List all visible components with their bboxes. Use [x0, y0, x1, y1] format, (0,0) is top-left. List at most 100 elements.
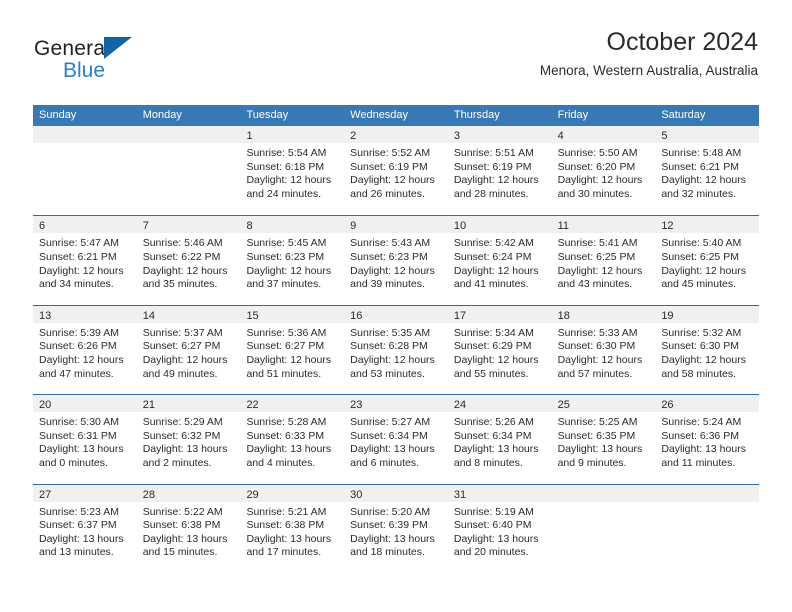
daylight-text-line1: Daylight: 13 hours — [350, 443, 435, 456]
calendar-cell-day-6[interactable]: 6 Sunrise: 5:47 AM Sunset: 6:21 PM Daylight… — [33, 216, 137, 304]
day-header-monday: Monday — [142, 109, 182, 121]
sunrise-text: Sunrise: 5:24 AM — [661, 416, 742, 429]
sunrise-text: Sunrise: 5:20 AM — [350, 505, 431, 518]
calendar-cell-day-17[interactable]: 17 Sunrise: 5:34 AM Sunset: 6:29 PM Dayligh… — [447, 305, 552, 394]
calendar-cell-day-15[interactable]: 15 Sunrise: 5:36 AM Sunset: 6:27 PM Dayligh… — [240, 305, 345, 394]
calendar-cell-day-5[interactable]: 5 Sunrise: 5:48 AM Sunset: 6:21 PM Daylight… — [655, 126, 760, 215]
calendar-cell-day-24[interactable]: 24 Sunrise: 5:26 AM Sunset: 6:34 PM Dayligh… — [447, 395, 552, 483]
daylight-text-line2: and 13 minutes. — [39, 546, 114, 559]
sunrise-text: Sunrise: 5:54 AM — [246, 147, 327, 159]
calendar-cell-day-22[interactable]: 22 Sunrise: 5:28 AM Sunset: 6:33 PM Dayligh… — [240, 395, 345, 483]
day-number: 12 — [661, 220, 674, 233]
day-number-band: 4 — [551, 126, 656, 143]
sunset-text: Sunset: 6:30 PM — [557, 340, 636, 353]
daylight-text-line2: and 49 minutes. — [142, 367, 218, 380]
day-number-band: 7 — [136, 216, 241, 234]
daylight-text-line1: Daylight: 12 hours — [39, 264, 124, 277]
day-number: 25 — [557, 399, 570, 412]
day-number: 10 — [453, 220, 467, 233]
daylight-text-line1: Daylight: 13 hours — [39, 443, 124, 456]
day-details — [33, 143, 137, 147]
daylight-text-line2: and 53 minutes. — [350, 367, 425, 380]
day-number-band: 14 — [136, 305, 241, 323]
calendar-cell-day-13[interactable]: 13 Sunrise: 5:39 AM Sunset: 6:26 PM Dayligh… — [33, 305, 137, 394]
calendar-cell-day-18[interactable]: 18 Sunrise: 5:33 AM Sunset: 6:30 PM Dayligh… — [551, 305, 656, 394]
calendar-cell-day-28[interactable]: 28 Sunrise: 5:22 AM Sunset: 6:38 PM Dayligh… — [136, 484, 241, 573]
sunset-text: Sunset: 6:19 PM — [350, 160, 428, 173]
calendar-grid: Sunday Monday Tuesday Wednesday Thursday Frid… — [33, 105, 760, 573]
calendar-cell-day-7[interactable]: 7 Sunrise: 5:46 AM Sunset: 6:22 PM Daylight… — [136, 216, 241, 304]
sunset-text: Sunset: 6:23 PM — [350, 250, 428, 263]
day-details: Sunrise: 5:27 AM Sunset: 6:34 PM Daylight:… — [344, 412, 448, 470]
calendar-cell-day-20[interactable]: 20 Sunrise: 5:30 AM Sunset: 6:31 PM Dayligh… — [33, 395, 137, 483]
daylight-text-line1: Daylight: 12 hours — [453, 264, 539, 277]
day-details: Sunrise: 5:33 AM Sunset: 6:30 PM Daylight:… — [552, 323, 656, 381]
daylight-text-line1: Daylight: 12 hours — [661, 174, 746, 187]
day-header-tuesday: Tuesday — [246, 109, 289, 121]
day-header-friday: Friday — [557, 109, 589, 121]
calendar-cell-day-4[interactable]: 4 Sunrise: 5:50 AM Sunset: 6:20 PM Daylight… — [551, 126, 656, 215]
calendar-cell-day-2[interactable]: 2 Sunrise: 5:52 AM Sunset: 6:19 PM Daylight… — [344, 126, 448, 215]
daylight-text-line1: Daylight: 12 hours — [350, 174, 435, 187]
day-details: Sunrise: 5:23 AM Sunset: 6:37 PM Daylight:… — [33, 502, 137, 560]
calendar-cell-day-1[interactable]: 1 Sunrise: 5:54 AM Sunset: 6:18 PM Daylight… — [240, 126, 345, 215]
day-number: 26 — [661, 399, 674, 412]
calendar-cell-day-23[interactable]: 23 Sunrise: 5:27 AM Sunset: 6:34 PM Dayligh… — [344, 395, 448, 483]
calendar-cell-day-19[interactable]: 19 Sunrise: 5:32 AM Sunset: 6:30 PM Dayligh… — [655, 305, 760, 394]
day-number-band: 22 — [240, 395, 345, 413]
daylight-text-line1: Daylight: 12 hours — [661, 353, 746, 366]
day-details: Sunrise: 5:47 AM Sunset: 6:21 PM Daylight:… — [33, 233, 137, 291]
general-blue-logo[interactable]: General Blue — [34, 34, 214, 90]
sunset-text: Sunset: 6:25 PM — [557, 250, 636, 263]
day-number-band: 2 — [344, 126, 448, 143]
day-details: Sunrise: 5:54 AM Sunset: 6:18 PM Daylight:… — [240, 143, 344, 201]
sunrise-text: Sunrise: 5:52 AM — [350, 147, 431, 159]
sunrise-text: Sunrise: 5:33 AM — [557, 326, 638, 339]
calendar-cell-day-8[interactable]: 8 Sunrise: 5:45 AM Sunset: 6:23 PM Daylight… — [240, 216, 345, 304]
day-number-band: 27 — [33, 484, 137, 502]
daylight-text-line2: and 55 minutes. — [453, 367, 529, 380]
calendar-cell-day-12[interactable]: 12 Sunrise: 5:40 AM Sunset: 6:25 PM Dayligh… — [655, 216, 760, 304]
sunset-text: Sunset: 6:30 PM — [661, 340, 739, 353]
sunset-text: Sunset: 6:25 PM — [661, 250, 739, 263]
day-number-band: 13 — [33, 305, 137, 323]
day-number-band: 19 — [655, 305, 760, 323]
daylight-text-line2: and 17 minutes. — [246, 546, 322, 559]
day-number: 21 — [142, 399, 155, 412]
sunset-text: Sunset: 6:38 PM — [246, 519, 325, 532]
daylight-text-line1: Daylight: 13 hours — [142, 443, 228, 456]
calendar-cell-day-14[interactable]: 14 Sunrise: 5:37 AM Sunset: 6:27 PM Dayligh… — [136, 305, 241, 394]
daylight-text-line1: Daylight: 12 hours — [142, 264, 228, 277]
sunset-text: Sunset: 6:35 PM — [557, 429, 636, 442]
daylight-text-line1: Daylight: 12 hours — [350, 264, 435, 277]
day-details: Sunrise: 5:20 AM Sunset: 6:39 PM Daylight:… — [344, 502, 448, 560]
sunset-text: Sunset: 6:26 PM — [39, 340, 117, 353]
calendar-cell-day-27[interactable]: 27 Sunrise: 5:23 AM Sunset: 6:37 PM Dayligh… — [33, 484, 137, 573]
calendar-cell-day-3[interactable]: 3 Sunrise: 5:51 AM Sunset: 6:19 PM Daylight… — [447, 126, 552, 215]
calendar-cell-day-29[interactable]: 29 Sunrise: 5:21 AM Sunset: 6:38 PM Dayligh… — [240, 484, 345, 573]
day-number-band: 30 — [344, 484, 448, 502]
daylight-text-line2: and 30 minutes. — [557, 187, 633, 200]
calendar-cell-day-11[interactable]: 11 Sunrise: 5:41 AM Sunset: 6:25 PM Dayligh… — [551, 216, 656, 304]
calendar-cell-day-16[interactable]: 16 Sunrise: 5:35 AM Sunset: 6:28 PM Dayligh… — [344, 305, 448, 394]
day-number-band — [551, 484, 656, 502]
calendar-cell-day-31[interactable]: 31 Sunrise: 5:19 AM Sunset: 6:40 PM Dayligh… — [447, 484, 552, 573]
day-header-sunday: Sunday — [39, 109, 77, 121]
sunrise-text: Sunrise: 5:39 AM — [39, 326, 119, 339]
calendar-cell-day-30[interactable]: 30 Sunrise: 5:20 AM Sunset: 6:39 PM Dayligh… — [344, 484, 448, 573]
day-number: 4 — [557, 130, 564, 142]
sunrise-text: Sunrise: 5:50 AM — [557, 147, 638, 159]
day-details: Sunrise: 5:52 AM Sunset: 6:19 PM Daylight:… — [344, 143, 448, 201]
calendar-cell-day-10[interactable]: 10 Sunrise: 5:42 AM Sunset: 6:24 PM Dayligh… — [447, 216, 552, 304]
day-header-saturday: Saturday — [661, 109, 706, 121]
daylight-text-line2: and 26 minutes. — [350, 187, 425, 200]
calendar-cell-day-25[interactable]: 25 Sunrise: 5:25 AM Sunset: 6:35 PM Dayligh… — [551, 395, 656, 483]
sunset-text: Sunset: 6:36 PM — [661, 429, 739, 442]
day-details: Sunrise: 5:28 AM Sunset: 6:33 PM Daylight:… — [240, 412, 344, 470]
calendar-cell-day-26[interactable]: 26 Sunrise: 5:24 AM Sunset: 6:36 PM Dayligh… — [655, 395, 760, 483]
calendar-cell-day-9[interactable]: 9 Sunrise: 5:43 AM Sunset: 6:23 PM Daylight… — [344, 216, 448, 304]
day-number: 27 — [39, 488, 52, 501]
calendar-cell-day-21[interactable]: 21 Sunrise: 5:29 AM Sunset: 6:32 PM Dayligh… — [136, 395, 241, 483]
day-details: Sunrise: 5:48 AM Sunset: 6:21 PM Daylight:… — [655, 143, 759, 201]
day-details: Sunrise: 5:32 AM Sunset: 6:30 PM Daylight:… — [655, 323, 759, 381]
